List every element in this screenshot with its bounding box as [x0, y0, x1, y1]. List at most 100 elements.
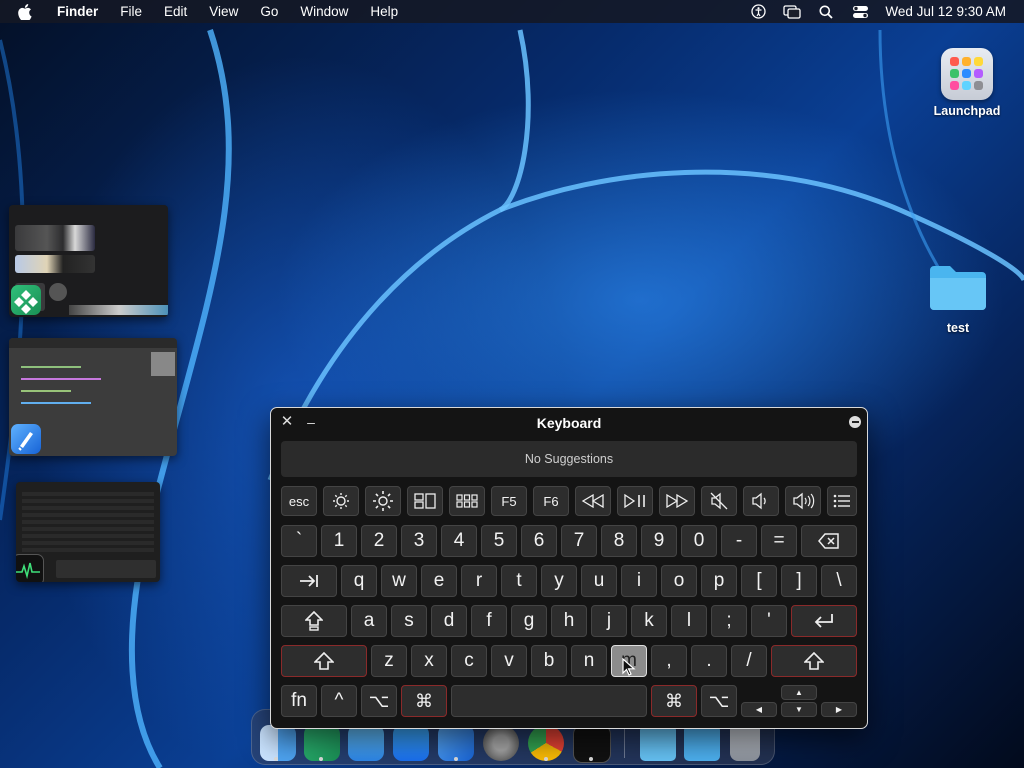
key-9[interactable]: 9 — [641, 525, 677, 557]
key-3[interactable]: 3 — [401, 525, 437, 557]
key-tab[interactable] — [281, 565, 337, 597]
spotlight-search-icon[interactable] — [809, 0, 843, 23]
stage-thumbnail-xcode[interactable] — [9, 338, 177, 456]
key-r[interactable]: r — [461, 565, 497, 597]
key-return[interactable] — [791, 605, 857, 637]
key-control[interactable]: ^ — [321, 685, 357, 717]
key-u[interactable]: u — [581, 565, 617, 597]
key-right-shift[interactable] — [771, 645, 857, 677]
key-semicolon[interactable]: ; — [711, 605, 747, 637]
key-f5[interactable]: F5 — [491, 486, 527, 516]
menu-file[interactable]: File — [109, 0, 153, 23]
dock-xcode-icon[interactable] — [438, 725, 474, 761]
key-e[interactable]: e — [421, 565, 457, 597]
dock-chrome-icon[interactable] — [528, 725, 564, 761]
key-n[interactable]: n — [571, 645, 607, 677]
key-2[interactable]: 2 — [361, 525, 397, 557]
key-x[interactable]: x — [411, 645, 447, 677]
key-t[interactable]: t — [501, 565, 537, 597]
app-menu-finder[interactable]: Finder — [46, 0, 109, 23]
key-esc[interactable]: esc — [281, 486, 317, 516]
key-play-pause[interactable] — [617, 486, 653, 516]
key-1[interactable]: 1 — [321, 525, 357, 557]
key-backslash[interactable]: \ — [821, 565, 857, 597]
key-s[interactable]: s — [391, 605, 427, 637]
key-k[interactable]: k — [631, 605, 667, 637]
dock-finder-icon[interactable] — [260, 725, 296, 761]
key-mute[interactable] — [701, 486, 737, 516]
key-equals[interactable]: = — [761, 525, 797, 557]
menu-view[interactable]: View — [198, 0, 249, 23]
key-z[interactable]: z — [371, 645, 407, 677]
key-w[interactable]: w — [381, 565, 417, 597]
key-right-option[interactable]: ⌥ — [701, 685, 737, 717]
key-arrow-down[interactable]: ▼ — [781, 702, 817, 717]
key-i[interactable]: i — [621, 565, 657, 597]
key-minus[interactable]: - — [721, 525, 757, 557]
apple-menu[interactable] — [0, 0, 46, 23]
dock-folder-icon[interactable] — [640, 725, 676, 761]
key-a[interactable]: a — [351, 605, 387, 637]
key-8[interactable]: 8 — [601, 525, 637, 557]
key-brightness-up[interactable] — [365, 486, 401, 516]
key-p[interactable]: p — [701, 565, 737, 597]
key-slash[interactable]: / — [731, 645, 767, 677]
key-v[interactable]: v — [491, 645, 527, 677]
dock-app-green-icon[interactable] — [304, 725, 340, 761]
menu-window[interactable]: Window — [289, 0, 359, 23]
key-quote[interactable]: ' — [751, 605, 787, 637]
key-f[interactable]: f — [471, 605, 507, 637]
stage-thumbnail-launchpad[interactable] — [9, 205, 168, 317]
key-mission-control[interactable] — [407, 486, 443, 516]
key-5[interactable]: 5 — [481, 525, 517, 557]
key-arrow-left[interactable]: ◀ — [741, 702, 777, 717]
menu-clock[interactable]: Wed Jul 12 9:30 AM — [877, 4, 1006, 19]
screen-mirroring-icon[interactable] — [775, 0, 809, 23]
key-left-command[interactable]: ⌘ — [401, 685, 447, 717]
key-comma[interactable]: , — [651, 645, 687, 677]
key-c[interactable]: c — [451, 645, 487, 677]
key-h[interactable]: h — [551, 605, 587, 637]
key-left-bracket[interactable]: [ — [741, 565, 777, 597]
key-caps-lock[interactable] — [281, 605, 347, 637]
dock-trash-icon[interactable] — [730, 725, 760, 761]
key-left-option[interactable]: ⌥ — [361, 685, 397, 717]
menu-edit[interactable]: Edit — [153, 0, 198, 23]
dock-system-settings-icon[interactable] — [483, 725, 519, 761]
key-d[interactable]: d — [431, 605, 467, 637]
key-right-command[interactable]: ⌘ — [651, 685, 697, 717]
key-list[interactable] — [827, 486, 857, 516]
menu-help[interactable]: Help — [359, 0, 409, 23]
control-center-icon[interactable] — [843, 0, 877, 23]
key-arrow-right[interactable]: ▶ — [821, 702, 857, 717]
options-icon[interactable] — [849, 416, 861, 428]
key-6[interactable]: 6 — [521, 525, 557, 557]
key-b[interactable]: b — [531, 645, 567, 677]
key-delete[interactable] — [801, 525, 857, 557]
dock-app-store-icon[interactable] — [393, 725, 429, 761]
key-4[interactable]: 4 — [441, 525, 477, 557]
key-fn[interactable]: fn — [281, 685, 317, 717]
stage-thumbnail-activity-monitor[interactable] — [16, 482, 160, 582]
key-l[interactable]: l — [671, 605, 707, 637]
desktop-item-test-folder[interactable]: test — [913, 262, 1003, 335]
key-o[interactable]: o — [661, 565, 697, 597]
key-backtick[interactable]: ` — [281, 525, 317, 557]
key-7[interactable]: 7 — [561, 525, 597, 557]
key-launchpad[interactable] — [449, 486, 485, 516]
menu-go[interactable]: Go — [249, 0, 289, 23]
key-period[interactable]: . — [691, 645, 727, 677]
key-volume-up[interactable] — [785, 486, 821, 516]
key-arrow-up[interactable]: ▲ — [781, 685, 817, 700]
key-volume-down[interactable] — [743, 486, 779, 516]
accessibility-icon[interactable] — [741, 0, 775, 23]
key-left-shift[interactable] — [281, 645, 367, 677]
key-right-bracket[interactable]: ] — [781, 565, 817, 597]
key-y[interactable]: y — [541, 565, 577, 597]
desktop-item-launchpad[interactable]: Launchpad — [922, 48, 1012, 118]
key-brightness-down[interactable] — [323, 486, 359, 516]
key-f6[interactable]: F6 — [533, 486, 569, 516]
dock-mail-icon[interactable] — [348, 725, 384, 761]
key-fast-forward[interactable] — [659, 486, 695, 516]
key-space[interactable] — [451, 685, 647, 717]
